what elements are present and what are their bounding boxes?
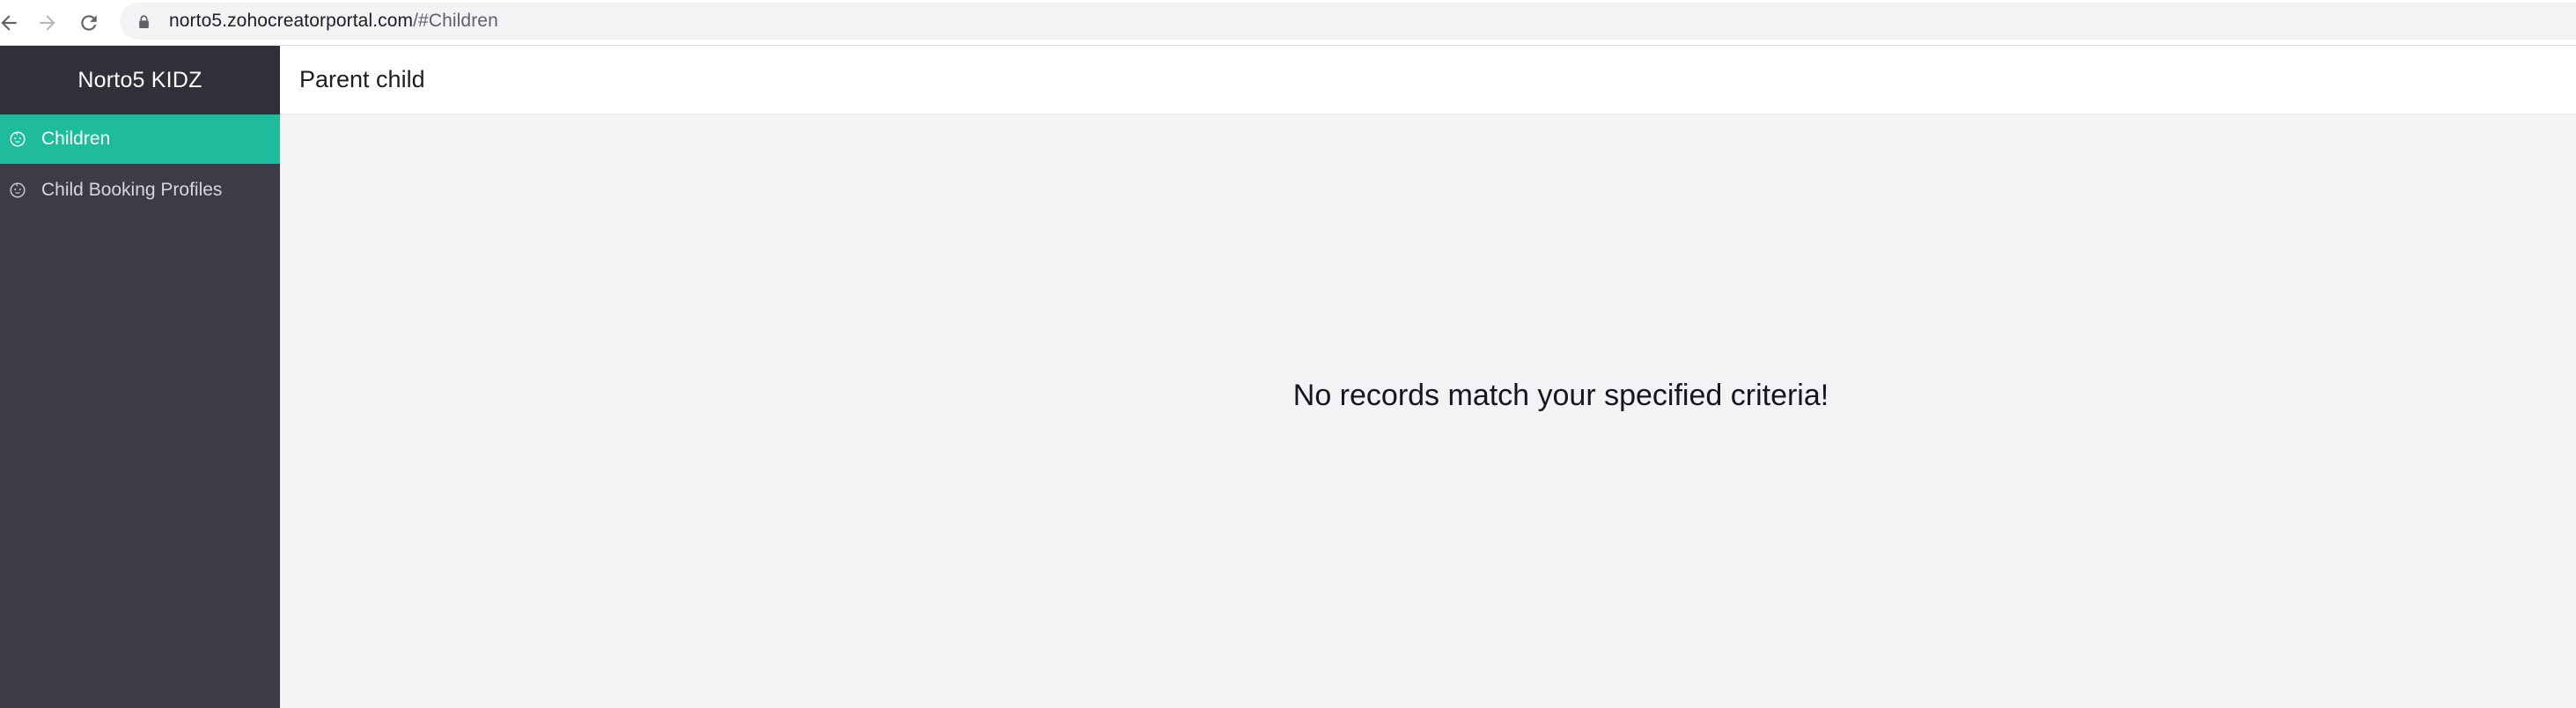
forward-button[interactable] [32,7,63,39]
reload-icon [81,15,97,31]
empty-state-message: No records match your specified criteria… [1292,379,1829,412]
reload-button[interactable] [73,7,105,39]
arrow-right-icon [40,15,55,31]
back-button[interactable] [0,7,25,39]
sidebar-item-children[interactable]: Children [0,114,280,164]
sidebar-item-label: Children [41,129,111,149]
url-path: /#Children [413,11,498,31]
address-bar[interactable]: norto5.zohocreatorportal.com/#Children [120,3,2576,40]
sidebar-item-child-booking-profiles[interactable]: Child Booking Profiles [0,166,280,215]
page-header: Parent child [280,46,2576,114]
lock-icon [136,12,151,30]
page-title: Parent child [299,66,425,92]
browser-toolbar: norto5.zohocreatorportal.com/#Children [0,0,2576,46]
app-name[interactable]: Norto5 KIDZ [0,46,280,114]
arrow-left-icon [1,15,17,31]
url-host: norto5.zohocreatorportal.com [169,11,414,31]
main-content: No records match your specified criteria… [280,114,2576,708]
child-face-icon [7,129,28,150]
sidebar: Norto5 KIDZ Children Child Booking Profi… [0,46,280,708]
child-face-icon [7,180,28,201]
sidebar-item-label: Child Booking Profiles [41,180,223,200]
url-text: norto5.zohocreatorportal.com/#Children [169,11,498,32]
